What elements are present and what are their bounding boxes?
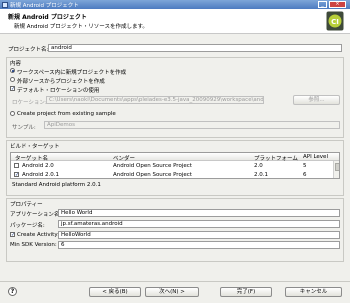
build-target-group-label: ビルド・ターゲット [10,144,60,150]
radio-new-project-label: ワークスペース内に新規プロジェクトを作成 [17,70,127,76]
window-app-icon [2,1,8,8]
next-button[interactable]: 次へ(N) > [145,287,199,297]
ide-logo-icon: CI [326,11,344,31]
wizard-subtitle: 新規 Android プロジェクト・リソースを作成します。 [14,24,148,30]
wizard-body: プロジェクト名: android 内容 ワークスペース内に新規プロジェクトを作成… [0,34,350,281]
properties-group [6,198,344,262]
target-api-level: 6 [303,172,307,178]
radio-existing-sample[interactable] [10,111,15,116]
target-name: Android 2.0.1 [22,172,60,178]
default-location-checkbox[interactable]: ✓ [10,86,15,92]
default-location-label: デフォルト・ロケーションの使用 [17,88,100,94]
cancel-button[interactable]: キャンセル [285,287,342,297]
create-activity-input[interactable]: HelloWorld [58,231,340,239]
contents-group-label: 内容 [10,61,22,67]
table-row[interactable]: ✓ Android 2.0.1 Android Open Source Proj… [11,170,333,178]
radio-external-source-label: 外部ソースからプロジェクトを作成 [17,79,105,85]
target-checkbox[interactable] [14,163,19,168]
wizard-title: 新規 Android プロジェクト [8,14,87,21]
package-name-input[interactable]: jp.sf.amateras.android [58,220,340,228]
table-scrollbar[interactable] [333,161,339,178]
window-titlebar: 新規 Android プロジェクト _ × [0,0,350,9]
target-checkbox[interactable]: ✓ [14,172,19,178]
create-activity-label: Create Activity: [17,232,60,238]
radio-new-project[interactable] [10,68,15,73]
scrollbar-thumb[interactable] [335,163,339,171]
project-name-input[interactable]: android [48,44,342,52]
svg-text:CI: CI [331,18,339,26]
wizard-footer: ? < 戻る(B) 次へ(N) > 完了(F) キャンセル [0,281,350,303]
back-button[interactable]: < 戻る(B) [89,287,141,297]
wizard-header: 新規 Android プロジェクト 新規 Android プロジェクト・リソース… [0,9,350,34]
build-target-status: Standard Android platform 2.0.1 [12,182,101,188]
help-icon[interactable]: ? [8,287,17,296]
target-api-level: 5 [303,163,307,169]
target-platform: 2.0 [254,163,263,169]
build-target-table-header: ターゲット名 ベンダー プラットフォーム API Level [11,153,339,162]
radio-external-source[interactable] [10,77,15,82]
sample-label: サンプル: [12,125,36,131]
target-name: Android 2.0 [22,163,54,169]
app-name-input[interactable]: Hello World [58,209,340,217]
browse-button[interactable]: 参照... [293,95,340,105]
create-activity-checkbox[interactable]: ✓ [10,232,15,238]
location-label: ロケーション: [12,100,47,106]
minimize-icon[interactable]: _ [318,1,327,8]
column-header-api-level[interactable]: API Level [303,154,328,160]
build-target-table: ターゲット名 ベンダー プラットフォーム API Level Android 2… [10,152,340,179]
target-platform: 2.0.1 [254,172,268,178]
radio-existing-sample-label: Create project from existing sample [17,111,116,117]
window-title: 新規 Android プロジェクト [10,3,79,9]
table-row[interactable]: Android 2.0 Android Open Source Project … [11,161,333,170]
app-name-label: アプリケーション名: [10,212,62,218]
target-vendor: Android Open Source Project [113,163,192,169]
min-sdk-label: Min SDK Version: [10,242,57,248]
properties-group-label: プロパティー [10,202,43,208]
project-name-label: プロジェクト名: [8,47,49,53]
sample-select[interactable]: ApiDemos [44,121,340,129]
min-sdk-input[interactable]: 6 [58,241,340,249]
close-icon[interactable]: × [329,1,346,8]
finish-button[interactable]: 完了(F) [220,287,272,297]
target-vendor: Android Open Source Project [113,172,192,178]
package-name-label: パッケージ名: [10,223,45,229]
location-input[interactable]: C:\Users\naoki\Documents\apps\pleiades-e… [46,96,264,104]
